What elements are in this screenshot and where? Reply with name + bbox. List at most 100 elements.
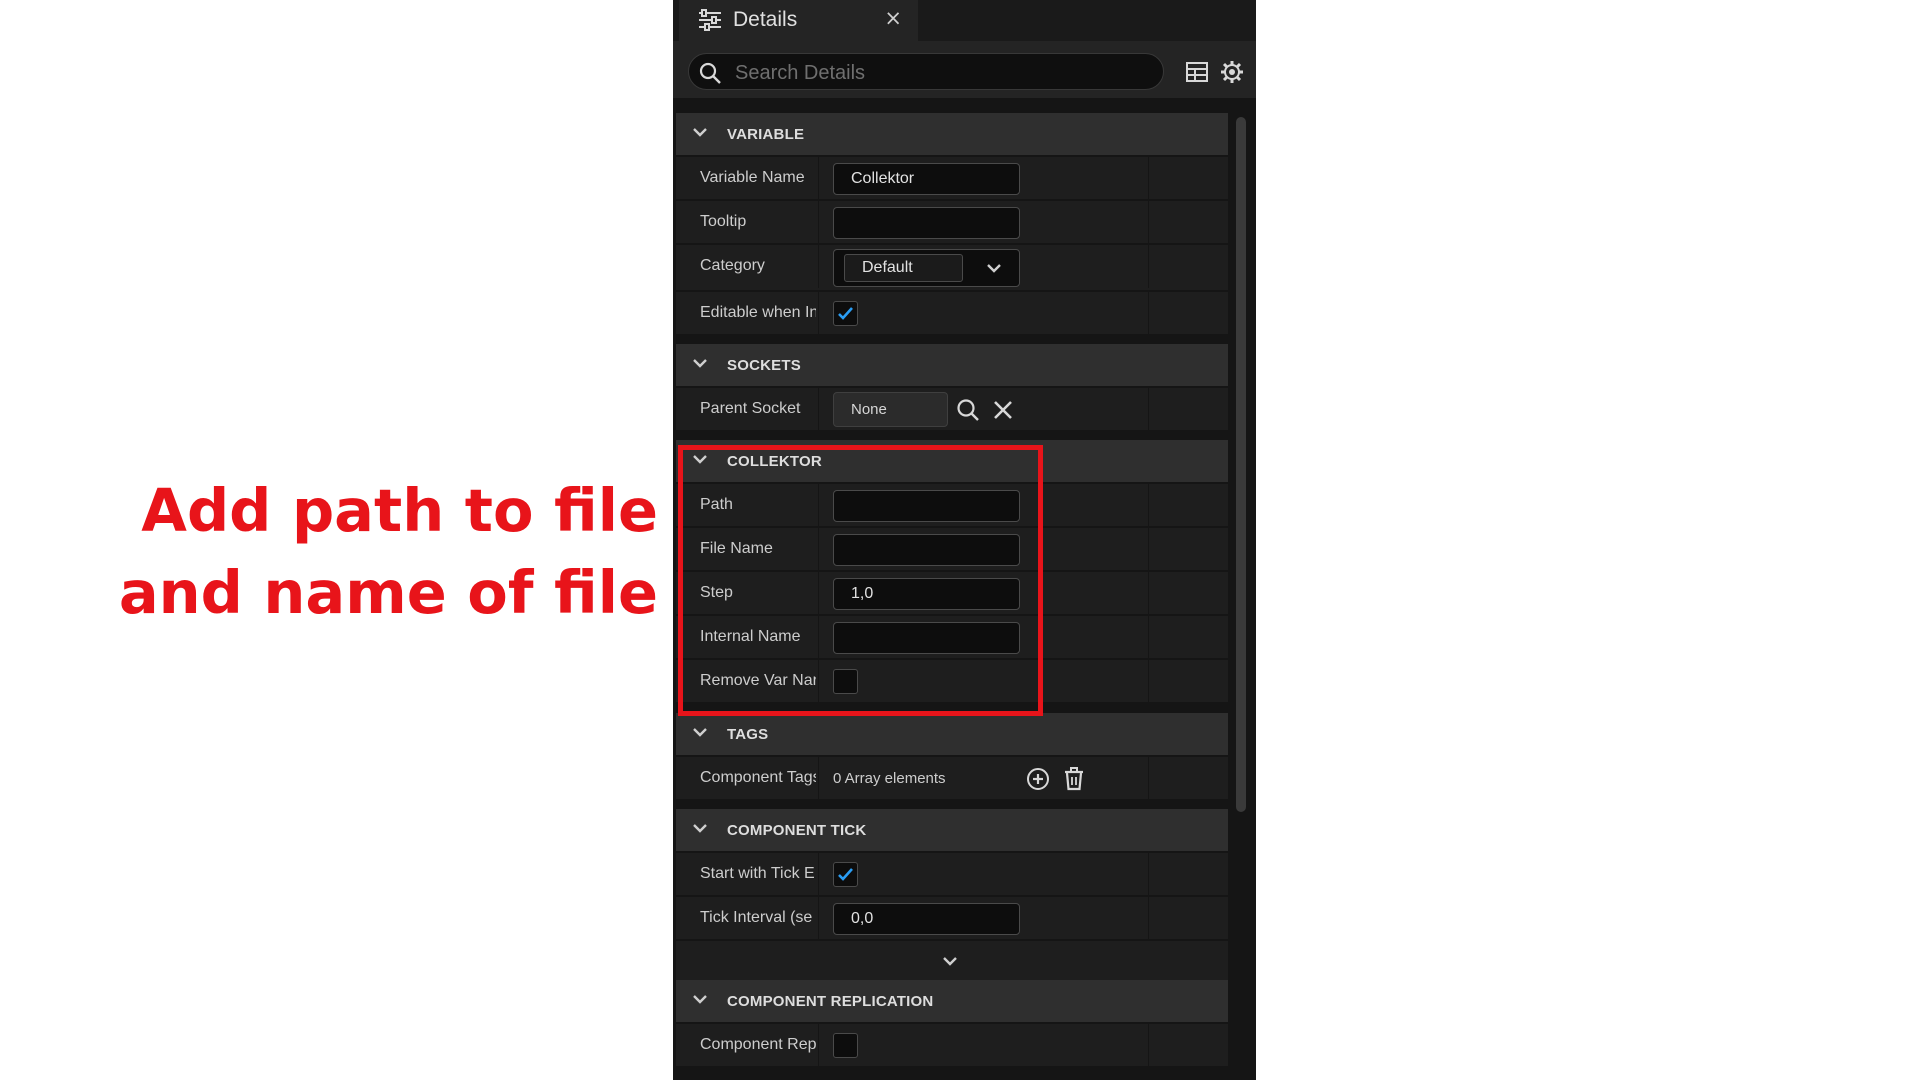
chevron-down-icon <box>693 824 707 833</box>
path-input[interactable] <box>833 490 1020 522</box>
chevron-down-icon <box>693 128 707 137</box>
chevron-down-icon <box>693 995 707 1004</box>
section-title: VARIABLE <box>727 126 805 143</box>
property-label: Remove Var Nar <box>700 672 816 689</box>
column-divider <box>818 157 819 200</box>
row-tooltip: Tooltip <box>676 201 1228 244</box>
checkmark-icon <box>838 307 853 320</box>
section-component-replication[interactable]: COMPONENT REPLICATION <box>676 980 1228 1022</box>
add-element-icon[interactable] <box>1025 766 1051 792</box>
tab-details[interactable]: Details × <box>679 0 918 41</box>
annotation-line-2: and name of file <box>118 558 658 627</box>
annotation-text: Add path to file and name of file <box>119 470 658 634</box>
search-icon[interactable] <box>955 397 981 423</box>
details-panel: Details × Search Details VARIABLE Variab… <box>673 0 1256 1080</box>
annotation-line-1: Add path to file <box>141 476 658 545</box>
start-with-tick-checkbox[interactable] <box>833 862 858 887</box>
column-divider <box>1148 528 1149 571</box>
component-replicates-checkbox[interactable] <box>833 1033 858 1058</box>
property-label: Internal Name <box>700 628 801 645</box>
column-divider <box>1148 572 1149 615</box>
column-divider <box>818 853 819 896</box>
property-label: Component Tags <box>700 769 816 786</box>
search-icon <box>699 62 721 84</box>
column-divider <box>818 897 819 940</box>
scrollbar[interactable] <box>1236 117 1246 812</box>
row-step: Step 1,0 <box>676 572 1228 615</box>
column-divider <box>1148 292 1149 335</box>
column-divider <box>818 292 819 335</box>
table-view-icon[interactable] <box>1184 59 1210 85</box>
category-value: Default <box>862 259 913 276</box>
section-sockets[interactable]: SOCKETS <box>676 344 1228 386</box>
column-divider <box>1148 757 1149 800</box>
step-input[interactable]: 1,0 <box>833 578 1020 610</box>
step-value: 1,0 <box>851 585 874 602</box>
advanced-expand-row[interactable] <box>676 941 1228 980</box>
row-remove-var-name: Remove Var Nar <box>676 660 1228 703</box>
property-label: Editable when In <box>700 304 816 321</box>
section-component-tick[interactable]: COMPONENT TICK <box>676 809 1228 851</box>
property-label: File Name <box>700 540 773 557</box>
property-label: Tick Interval (se <box>700 909 813 926</box>
array-count-text: 0 Array elements <box>833 770 946 787</box>
search-input[interactable]: Search Details <box>688 53 1164 90</box>
checkmark-icon <box>838 868 853 881</box>
section-variable[interactable]: VARIABLE <box>676 113 1228 155</box>
column-divider <box>1148 1024 1149 1067</box>
section-tags[interactable]: TAGS <box>676 713 1228 755</box>
tab-title: Details <box>733 8 798 31</box>
remove-var-checkbox[interactable] <box>833 669 858 694</box>
column-divider <box>818 660 819 703</box>
column-divider <box>1148 660 1149 703</box>
tick-interval-value: 0,0 <box>851 910 874 927</box>
property-label: Parent Socket <box>700 400 801 417</box>
category-value-box[interactable]: Default <box>844 254 963 282</box>
property-label: Component Repl <box>700 1036 816 1053</box>
row-category: Category Default <box>676 245 1228 291</box>
row-parent-socket: Parent Socket None <box>676 388 1228 431</box>
chevron-down-icon <box>693 455 707 464</box>
section-title: TAGS <box>727 726 769 743</box>
section-title: COMPONENT REPLICATION <box>727 993 934 1010</box>
row-start-with-tick: Start with Tick E <box>676 853 1228 896</box>
property-label: Step <box>700 584 733 601</box>
editable-checkbox[interactable] <box>833 301 858 326</box>
property-label: Tooltip <box>700 213 747 230</box>
row-internal-name: Internal Name <box>676 616 1228 659</box>
parent-socket-picker[interactable]: None <box>833 392 948 427</box>
column-divider <box>1148 157 1149 200</box>
property-label: Category <box>700 257 765 274</box>
property-label: Path <box>700 496 733 513</box>
row-component-tags: Component Tags 0 Array elements <box>676 757 1228 800</box>
column-divider <box>1148 484 1149 527</box>
clear-icon[interactable] <box>990 397 1016 423</box>
row-variable-name: Variable Name Collektor <box>676 157 1228 200</box>
column-divider <box>1148 897 1149 940</box>
section-title: COMPONENT TICK <box>727 822 867 839</box>
internal-name-input[interactable] <box>833 622 1020 654</box>
settings-gear-icon[interactable] <box>1219 59 1245 85</box>
section-title: SOCKETS <box>727 357 801 374</box>
variable-name-input[interactable]: Collektor <box>833 163 1020 195</box>
variable-name-value: Collektor <box>851 170 915 187</box>
column-divider <box>818 388 819 431</box>
tick-interval-input[interactable]: 0,0 <box>833 903 1020 935</box>
row-file-name: File Name <box>676 528 1228 571</box>
search-placeholder: Search Details <box>735 62 866 84</box>
details-sliders-icon <box>699 9 721 31</box>
trash-icon[interactable] <box>1061 766 1087 792</box>
tab-close-button[interactable]: × <box>884 6 902 30</box>
section-collektor[interactable]: COLLEKTOR <box>676 440 1228 482</box>
chevron-down-icon <box>943 957 957 966</box>
file-name-input[interactable] <box>833 534 1020 566</box>
column-divider <box>818 616 819 659</box>
category-dropdown[interactable]: Default <box>833 249 1020 287</box>
row-tick-interval: Tick Interval (se 0,0 <box>676 897 1228 940</box>
column-divider <box>818 484 819 527</box>
chevron-down-icon <box>987 264 1001 273</box>
column-divider <box>1148 201 1149 244</box>
tooltip-input[interactable] <box>833 207 1020 239</box>
property-label: Variable Name <box>700 169 805 186</box>
section-title: COLLEKTOR <box>727 453 822 470</box>
